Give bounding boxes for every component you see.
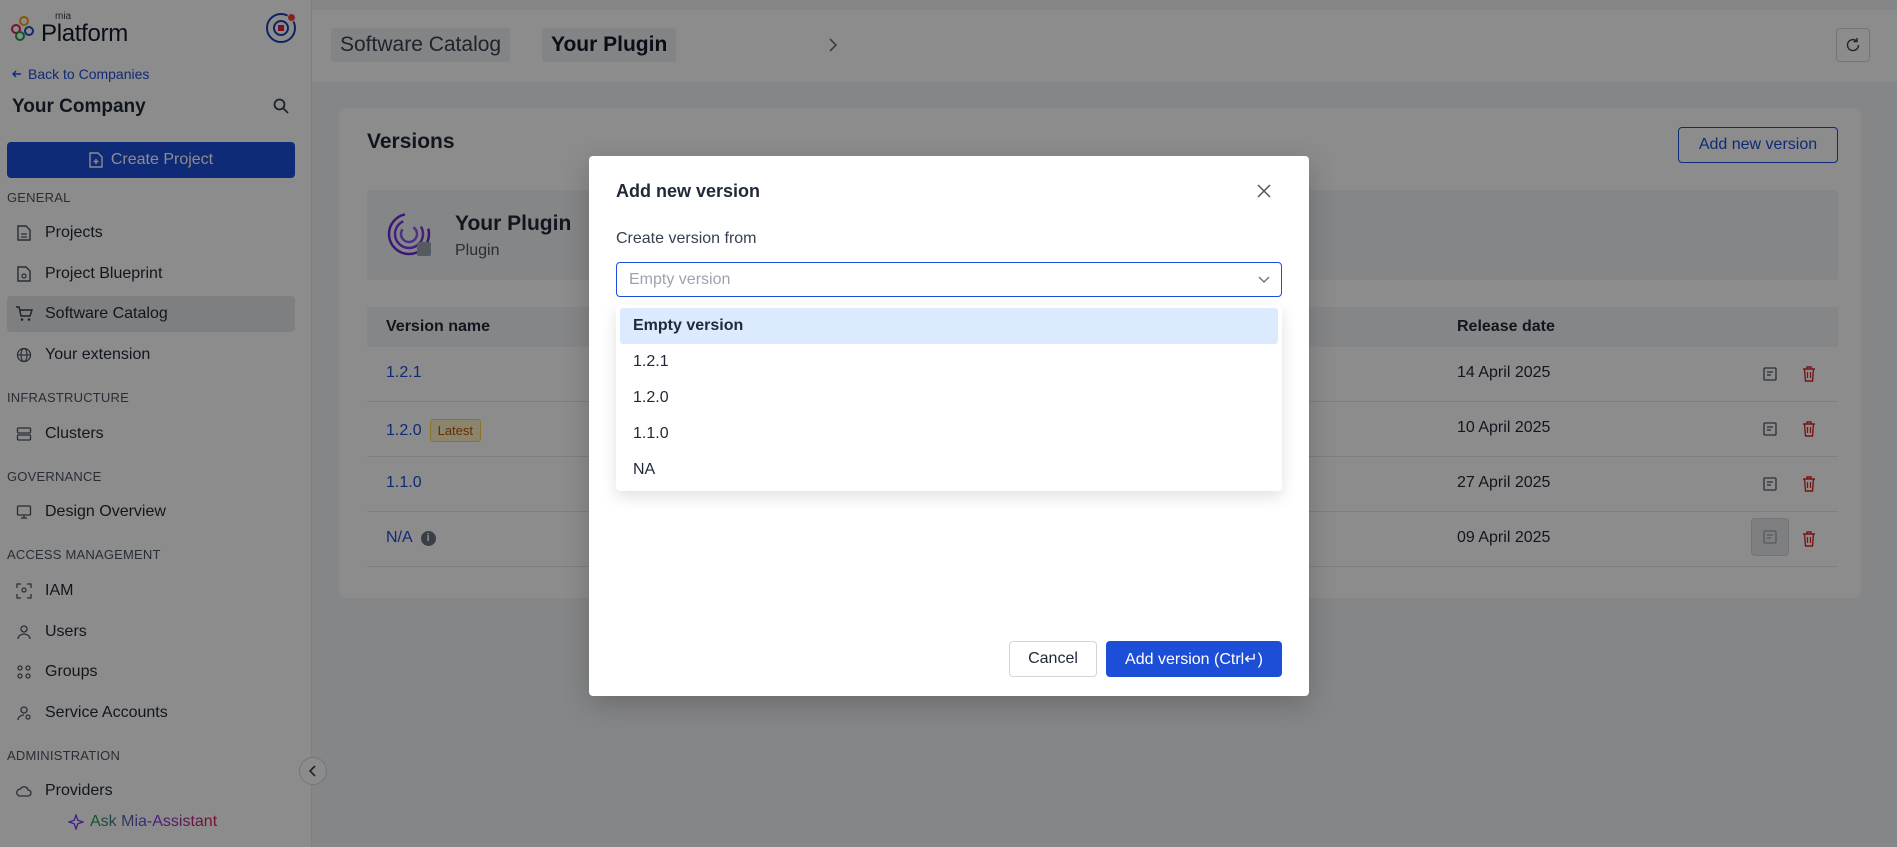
version-source-dropdown: Empty version 1.2.1 1.2.0 1.1.0 NA <box>616 305 1282 491</box>
close-icon[interactable] <box>1253 180 1275 202</box>
dropdown-option[interactable]: NA <box>620 452 1278 488</box>
chevron-down-icon <box>1258 276 1270 283</box>
dropdown-option[interactable]: 1.2.1 <box>620 344 1278 380</box>
add-version-modal: Add new version Create version from Empt… <box>589 156 1309 696</box>
dropdown-option[interactable]: 1.1.0 <box>620 416 1278 452</box>
version-source-select[interactable]: Empty version <box>616 262 1282 297</box>
dropdown-option[interactable]: Empty version <box>620 308 1278 344</box>
add-version-submit-button[interactable]: Add version (Ctrl↵) <box>1106 641 1282 677</box>
create-from-label: Create version from <box>616 230 757 247</box>
select-placeholder: Empty version <box>629 270 731 288</box>
modal-title: Add new version <box>616 181 761 201</box>
cancel-button[interactable]: Cancel <box>1009 641 1097 677</box>
dropdown-option[interactable]: 1.2.0 <box>620 380 1278 416</box>
